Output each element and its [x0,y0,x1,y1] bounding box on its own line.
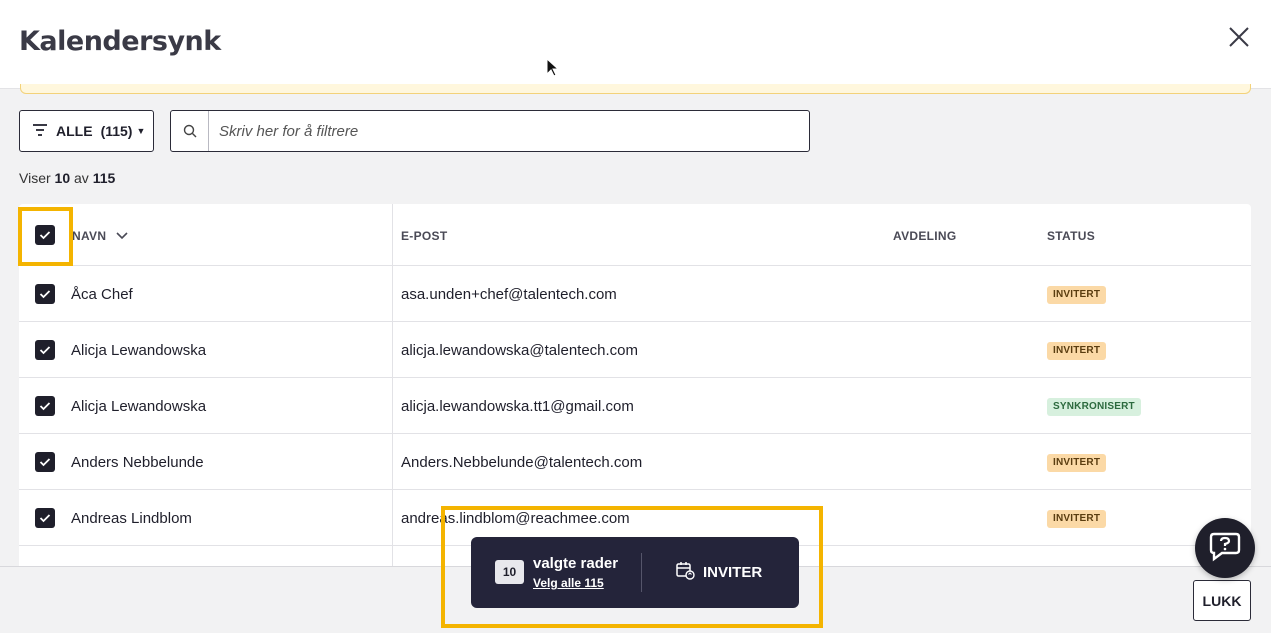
row-name: Alicja Lewandowska [71,398,207,415]
row-checkbox[interactable] [35,284,55,304]
table-header-row: NAVN E-POST AVDELING STATUS [19,204,1251,266]
filter-dropdown[interactable]: ALLE (115) ▼ [19,110,154,152]
row-checkbox[interactable] [35,396,55,416]
status-badge: INVITERT [1047,510,1107,528]
chat-help-icon [1208,530,1242,567]
highlight-select-all [18,207,73,266]
row-email: Anders.Nebbelunde@talentech.com [401,454,643,471]
summary-middle: av [74,170,89,186]
dialog-title: Kalendersynk [19,26,221,57]
summary-total: 115 [92,170,116,186]
row-name: Åca Chef [71,286,133,303]
caret-down-icon: ▼ [136,126,146,136]
row-name: Andreas Lindblom [71,510,192,527]
search-icon [171,111,209,151]
highlight-action-bar [441,506,823,628]
status-badge: INVITERT [1047,454,1107,472]
column-header-status: STATUS [1047,229,1096,243]
row-name: Alicja Lewandowska [71,342,207,359]
chat-help-button[interactable] [1195,518,1255,578]
table-row[interactable]: Alicja Lewandowska alicja.lewandowska.tt1… [19,378,1251,434]
search-input[interactable] [209,111,809,151]
row-email: alicja.lewandowska@talentech.com [401,342,639,359]
summary-shown: 10 [54,170,71,186]
status-badge: INVITERT [1047,286,1107,304]
table-row[interactable]: Anders Nebbelunde Anders.Nebbelunde@talen… [19,434,1251,490]
chevron-down-icon [116,229,128,243]
row-email: asa.unden+chef@talentech.com [401,286,617,303]
close-icon[interactable] [1226,24,1252,50]
status-badge: INVITERT [1047,342,1107,360]
close-button[interactable]: LUKK [1193,580,1251,621]
status-badge: SYNKRONISERT [1047,398,1141,416]
search-box [170,110,810,152]
filter-icon [32,123,48,140]
results-summary: Viser 10 av 115 [19,170,115,186]
summary-prefix: Viser [19,170,51,186]
notice-strip [20,84,1251,94]
row-name: Anders Nebbelunde [71,454,204,471]
table-row[interactable]: Alicja Lewandowska alicja.lewandowska@tal… [19,322,1251,378]
row-checkbox[interactable] [35,508,55,528]
table-row[interactable]: Åca Chef asa.unden+chef@talentech.com INVI… [19,266,1251,322]
column-header-email: E-POST [401,229,448,243]
filter-count: (115) [100,123,133,139]
row-checkbox[interactable] [35,340,55,360]
column-header-name[interactable]: NAVN [72,229,128,243]
row-email: alicja.lewandowska.tt1@gmail.com [401,398,634,415]
column-name-label: NAVN [72,229,107,243]
row-checkbox[interactable] [35,452,55,472]
filter-label: ALLE [56,123,93,139]
dialog-header: Kalendersynk [0,0,1271,89]
column-header-department: AVDELING [893,229,957,243]
mouse-cursor-icon [546,57,560,83]
